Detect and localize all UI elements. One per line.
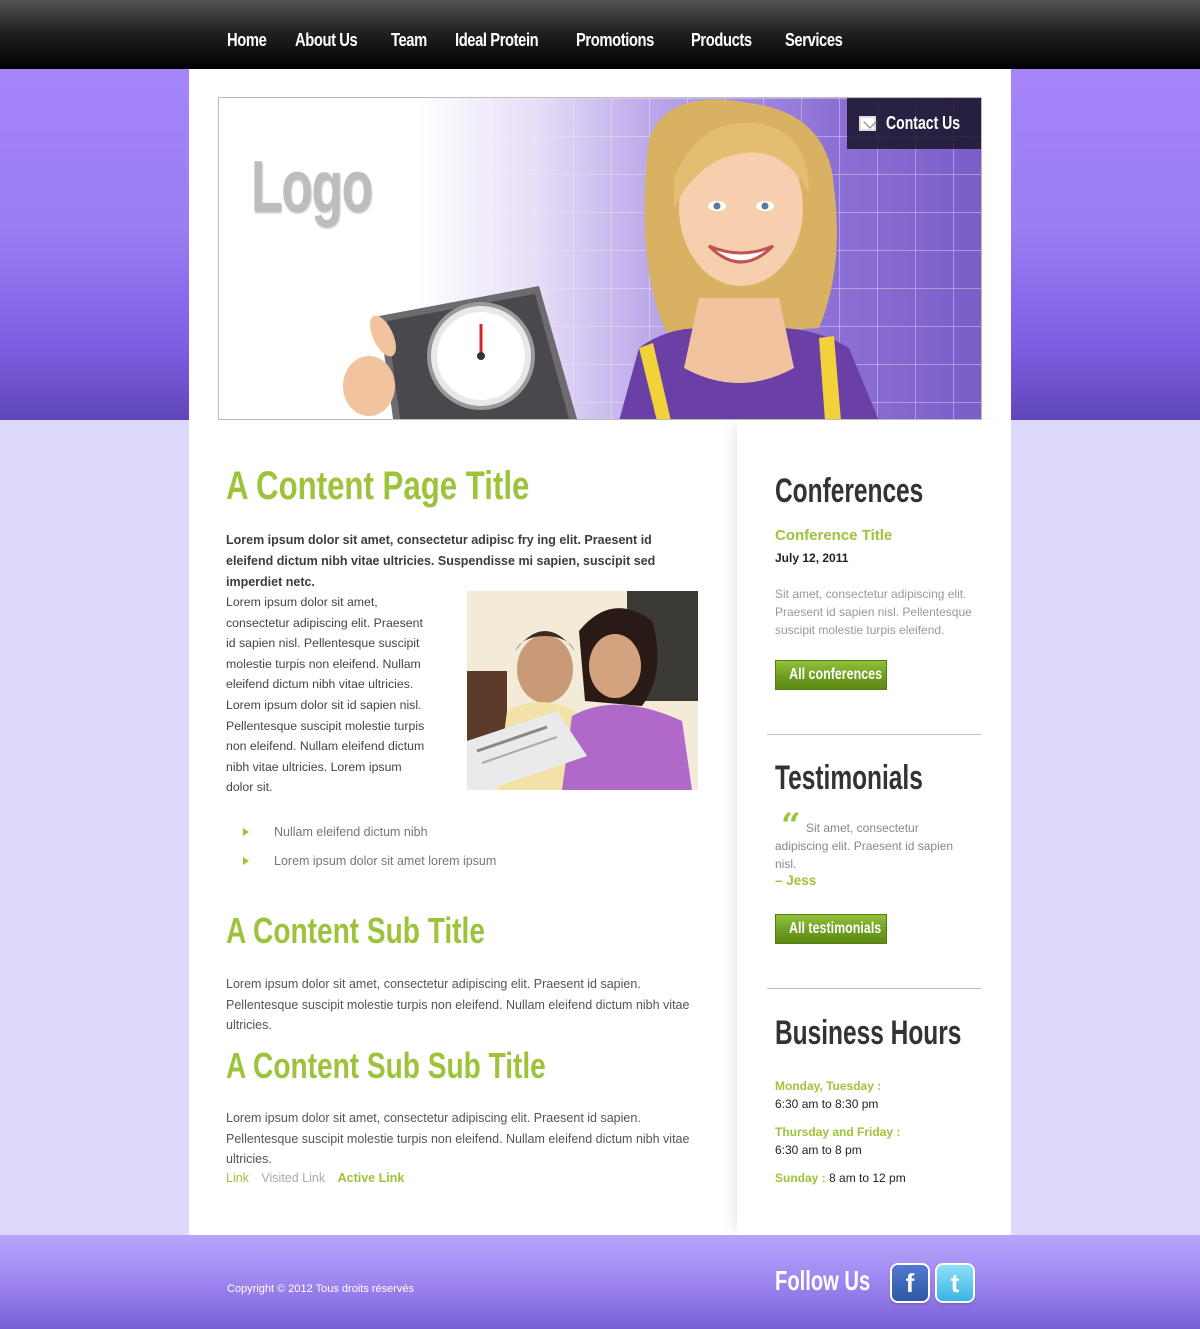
- page-title: A Content Page Title: [226, 464, 530, 508]
- hours-day-label: Sunday :: [775, 1171, 826, 1185]
- nav-team[interactable]: Team: [391, 30, 427, 51]
- business-hours-list: Monday, Tuesday : 6:30 am to 8:30 pm Thu…: [775, 1077, 906, 1187]
- copyright-text: Copyright © 2012 Tous droits réservés: [227, 1283, 415, 1295]
- hours-time: 6:30 am to 8:30 pm: [775, 1097, 879, 1111]
- sidebar-divider: [767, 988, 981, 989]
- intro-text: Lorem ipsum dolor sit amet, consectetur …: [226, 533, 656, 589]
- nav-services[interactable]: Services: [785, 30, 843, 51]
- link-samples: Link Visited Link Active Link: [226, 1171, 413, 1185]
- content-subtitle: A Content Sub Title: [226, 910, 485, 951]
- envelope-icon: [859, 116, 876, 131]
- bullet-arrow-icon: [243, 828, 249, 836]
- link-normal[interactable]: Link: [226, 1171, 249, 1185]
- hours-day-label: Monday, Tuesday :: [775, 1079, 882, 1093]
- body-paragraph-1: Lorem ipsum dolor sit amet, consectetur …: [226, 595, 425, 795]
- contact-us-button[interactable]: Contact Us: [847, 98, 981, 149]
- hours-sunday-row: Sunday : 8 am to 12 pm: [775, 1169, 906, 1187]
- follow-us-label: Follow Us: [775, 1265, 871, 1296]
- conferences-heading: Conferences: [775, 472, 924, 510]
- testimonials-heading: Testimonials: [775, 759, 923, 797]
- facebook-icon[interactable]: f: [892, 1265, 928, 1301]
- sidebar-divider: [767, 734, 981, 735]
- twitter-icon[interactable]: t: [937, 1265, 973, 1301]
- main-nav: Home About Us Team Ideal Protein Promoti…: [227, 30, 875, 51]
- body-paragraph-2: Lorem ipsum dolor sit amet, consectetur …: [226, 977, 690, 1033]
- testimonial-author: – Jess: [775, 873, 817, 888]
- all-conferences-button[interactable]: All conferences: [775, 660, 887, 690]
- list-item-label: Lorem ipsum dolor sit amet lorem ipsum: [274, 854, 497, 868]
- business-hours-heading: Business Hours: [775, 1014, 962, 1052]
- conference-text: Sit amet, consectetur adipiscing elit. P…: [775, 587, 972, 637]
- top-nav-bar: Home About Us Team Ideal Protein Promoti…: [0, 0, 1200, 69]
- list-item: Nullam eleifend dictum nibh: [243, 825, 496, 854]
- footer: [0, 1235, 1200, 1329]
- nav-about-us[interactable]: About Us: [295, 30, 358, 51]
- couple-photo-image: [467, 591, 698, 790]
- hours-time: 6:30 am to 8 pm: [775, 1143, 862, 1157]
- list-item-label: Nullam eleifend dictum nibh: [274, 825, 428, 839]
- nav-home[interactable]: Home: [227, 30, 267, 51]
- hero-scale-image: [343, 286, 577, 419]
- body-paragraph-3: Lorem ipsum dolor sit amet, consectetur …: [226, 1111, 690, 1167]
- hours-day-label: Thursday and Friday :: [775, 1125, 901, 1139]
- nav-products[interactable]: Products: [691, 30, 752, 51]
- link-visited[interactable]: Visited Link: [261, 1171, 325, 1185]
- nav-ideal-protein[interactable]: Ideal Protein: [455, 30, 539, 51]
- bullet-arrow-icon: [243, 857, 249, 865]
- list-item: Lorem ipsum dolor sit amet lorem ipsum: [243, 854, 496, 883]
- conference-title[interactable]: Conference Title: [775, 527, 892, 544]
- testimonial-text: Sit amet, consectetur adipiscing elit. P…: [775, 821, 954, 871]
- bullet-list: Nullam eleifend dictum nibh Lorem ipsum …: [243, 825, 496, 883]
- couple-photo: [467, 591, 698, 790]
- all-conferences-label: All conferences: [789, 666, 883, 683]
- all-testimonials-button[interactable]: All testimonials: [775, 914, 887, 944]
- link-active[interactable]: Active Link: [338, 1171, 405, 1185]
- content-subsubtitle: A Content Sub Sub Title: [226, 1045, 546, 1086]
- all-testimonials-label: All testimonials: [789, 920, 882, 937]
- hours-time: 8 am to 12 pm: [825, 1171, 906, 1185]
- nav-promotions[interactable]: Promotions: [576, 30, 654, 51]
- hero-banner: Logo Contact Us: [218, 97, 982, 420]
- site-logo[interactable]: Logo: [251, 146, 373, 228]
- contact-us-label: Contact Us: [885, 113, 961, 133]
- conference-date: July 12, 2011: [775, 551, 849, 565]
